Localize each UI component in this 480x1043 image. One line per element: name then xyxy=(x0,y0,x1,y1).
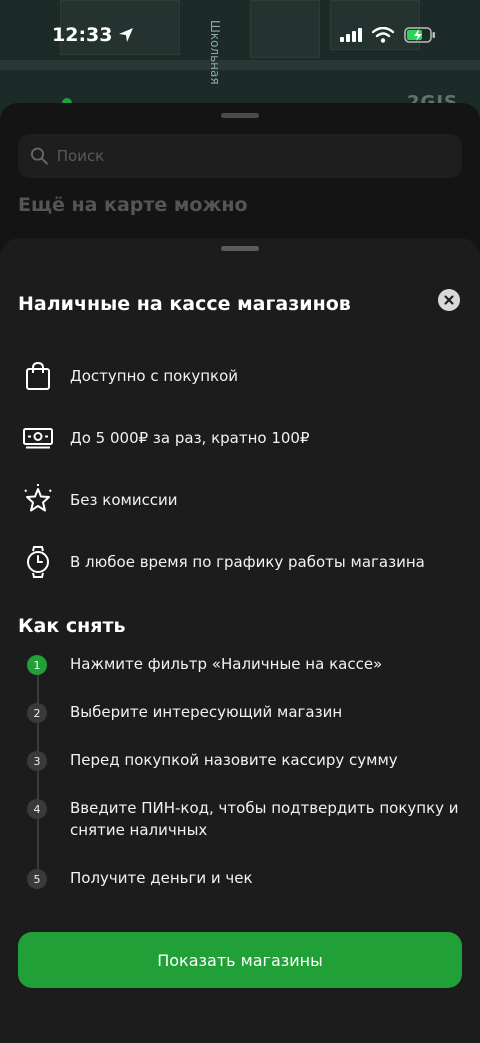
step-text: Выберите интересующий магазин xyxy=(70,703,343,721)
search-box[interactable] xyxy=(18,134,462,178)
feature-item: В любое время по графику работы магазина xyxy=(0,531,480,593)
step-number: 3 xyxy=(27,751,47,771)
sheet-title: Наличные на кассе магазинов xyxy=(18,293,351,315)
feature-text: Доступно с покупкой xyxy=(70,367,239,385)
step-number: 5 xyxy=(27,869,47,889)
status-bar: 12:33 xyxy=(0,0,480,70)
feature-item: Доступно с покупкой xyxy=(0,345,480,407)
status-indicators xyxy=(340,27,436,43)
close-button[interactable] xyxy=(438,289,460,311)
status-time: 12:33 xyxy=(52,24,134,46)
step-text: Введите ПИН-код, чтобы подтвердить покуп… xyxy=(70,799,459,839)
watch-icon xyxy=(22,546,54,578)
step-number: 4 xyxy=(27,799,47,819)
status-time-text: 12:33 xyxy=(52,24,113,46)
step-number: 2 xyxy=(27,703,47,723)
feature-text: До 5 000₽ за раз, кратно 100₽ xyxy=(70,429,310,447)
cash-info-sheet: Наличные на кассе магазинов Доступно с п… xyxy=(0,238,480,1043)
step-item: 3 Перед покупкой назовите кассиру сумму xyxy=(0,749,480,797)
shopping-bag-icon xyxy=(22,360,54,392)
steps-list: 1 Нажмите фильтр «Наличные на кассе» 2 В… xyxy=(0,653,480,915)
step-item: 5 Получите деньги и чек xyxy=(0,867,480,915)
step-item: 4 Введите ПИН-код, чтобы подтвердить пок… xyxy=(0,797,480,867)
features-list: Доступно с покупкой До 5 000₽ за раз, кр… xyxy=(0,345,480,593)
location-arrow-icon xyxy=(119,28,134,42)
search-icon xyxy=(30,147,48,165)
banknote-icon xyxy=(22,422,54,454)
feature-text: Без комиссии xyxy=(70,491,178,509)
feature-text: В любое время по графику работы магазина xyxy=(70,553,425,571)
show-stores-button[interactable]: Показать магазины xyxy=(18,932,462,988)
feature-item: Без комиссии xyxy=(0,469,480,531)
star-icon xyxy=(22,484,54,516)
wifi-icon xyxy=(372,27,394,43)
step-number: 1 xyxy=(27,655,47,675)
step-text: Перед покупкой назовите кассиру сумму xyxy=(70,751,398,769)
search-input[interactable] xyxy=(56,147,450,165)
cellular-signal-icon xyxy=(340,28,362,42)
back-sheet-heading: Ещё на карте можно xyxy=(18,194,248,216)
back-sheet-grabber[interactable] xyxy=(221,113,259,118)
sheet-header: Наличные на кассе магазинов xyxy=(0,251,480,321)
battery-charging-icon xyxy=(404,27,435,43)
step-item: 1 Нажмите фильтр «Наличные на кассе» xyxy=(0,653,480,701)
step-item: 2 Выберите интересующий магазин xyxy=(0,701,480,749)
feature-item: До 5 000₽ за раз, кратно 100₽ xyxy=(0,407,480,469)
how-to-title: Как снять xyxy=(18,615,126,637)
step-text: Получите деньги и чек xyxy=(70,869,253,887)
close-icon xyxy=(444,295,454,305)
step-text: Нажмите фильтр «Наличные на кассе» xyxy=(70,655,383,673)
